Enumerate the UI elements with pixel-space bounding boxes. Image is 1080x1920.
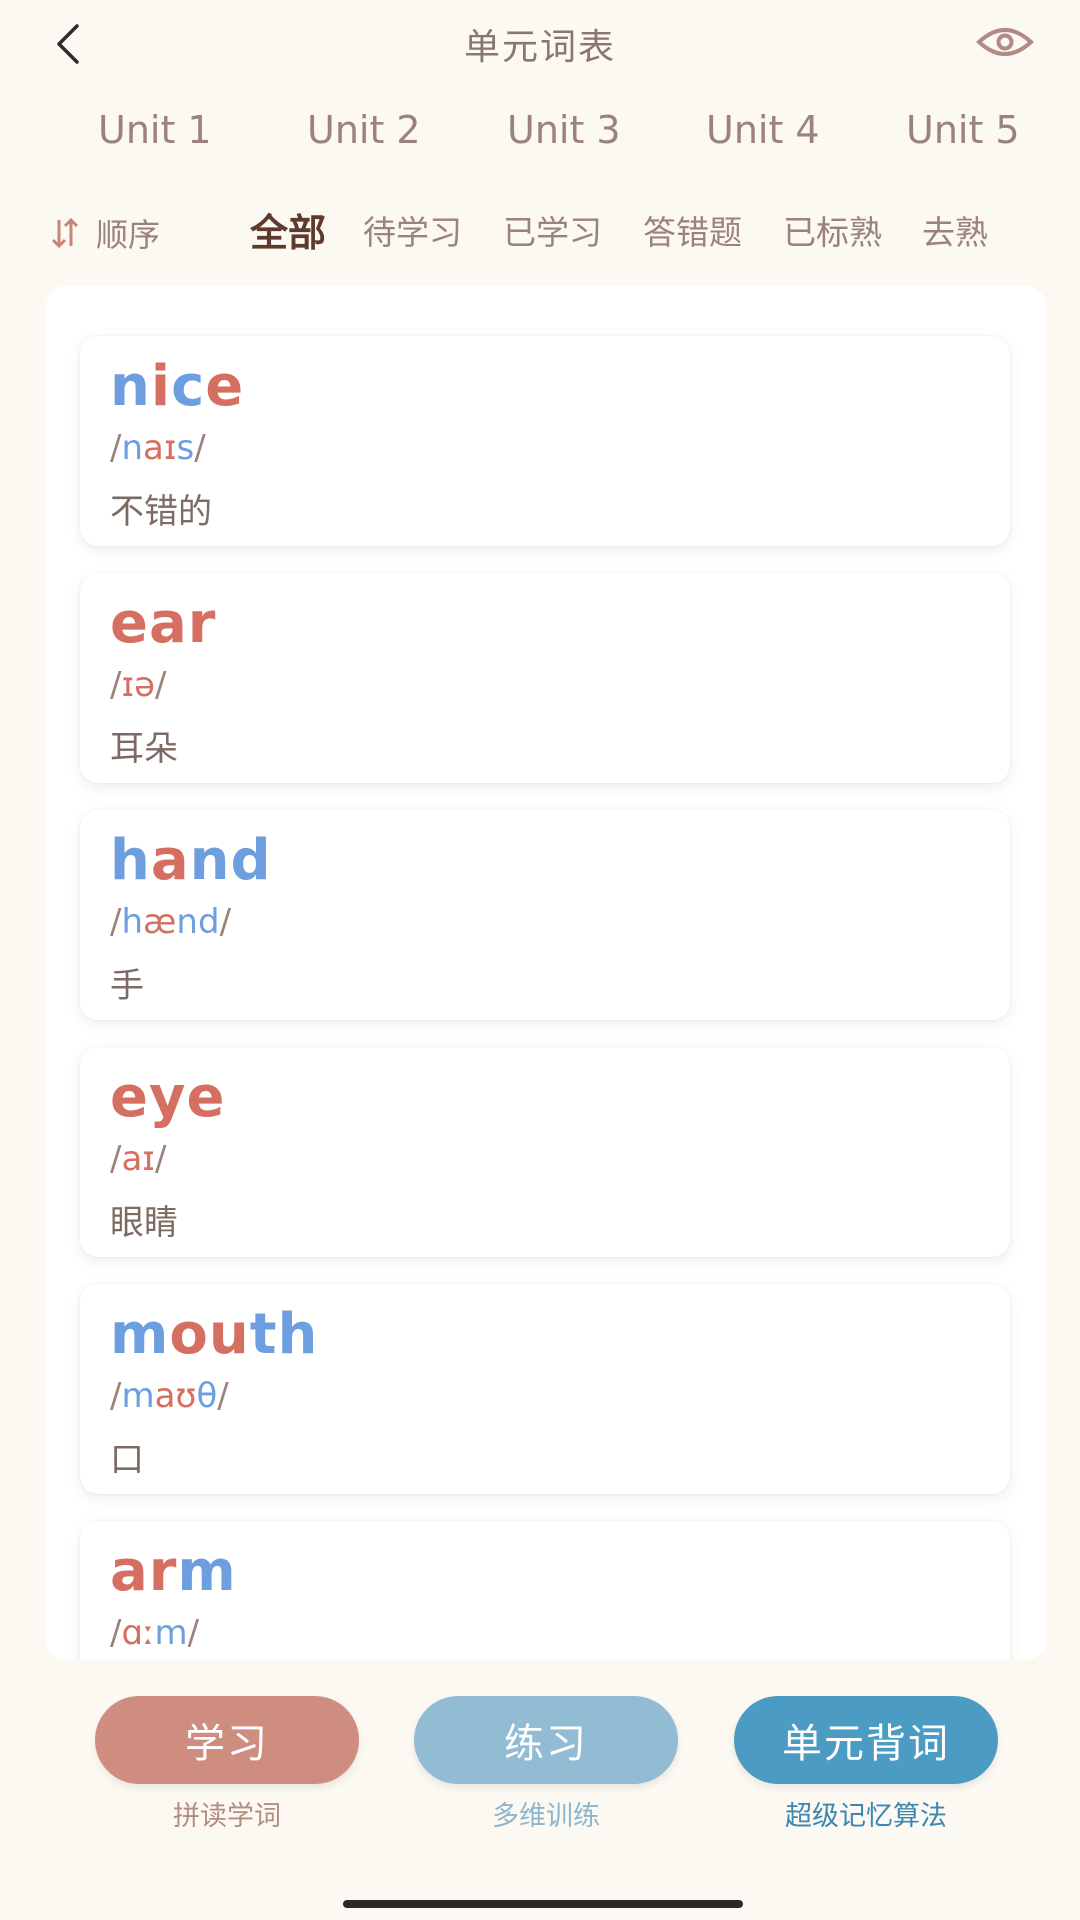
filter-row: 顺序 全部 待学习 已学习 答错题 已标熟 去熟 [0,208,1080,258]
learn-subtitle: 拼读学词 [173,1801,281,1832]
phonetic: /maʊθ/ [110,1376,229,1416]
tab-label: Unit 5 [906,108,1020,152]
word-card-ear[interactable]: ear /ɪə/ 耳朵 [80,573,1010,783]
tab-unit-5[interactable]: Unit 5 [906,108,1020,168]
phonetic: /ɪə/ [110,665,167,705]
filter-learned[interactable]: 已学习 [503,208,602,258]
filter-all[interactable]: 全部 [250,208,326,258]
learn-action: 学习 拼读学词 [95,1696,359,1833]
active-tab-indicator [127,158,183,164]
phonetic: /naɪs/ [110,428,206,468]
tab-label: Unit 4 [706,108,820,152]
meaning: 手 [110,966,144,1006]
meaning: 不错的 [110,492,212,532]
tab-unit-1[interactable]: Unit 1 [98,108,212,168]
tab-label: Unit 2 [307,108,421,152]
filter-unfamiliar[interactable]: 去熟 [922,208,988,258]
eye-icon [976,28,1034,56]
visibility-toggle-button[interactable] [970,14,1040,70]
word-text: mouth [110,1302,319,1367]
word-text: arm [110,1539,237,1604]
tab-label: Unit 3 [507,108,621,152]
practice-action: 练习 多维训练 [414,1696,678,1833]
tab-label: Unit 1 [98,108,212,152]
sort-label: 顺序 [96,216,161,254]
word-text: ear [110,591,217,656]
phonetic: /hænd/ [110,902,232,942]
memorize-action: 单元背词 超级记忆算法 [734,1696,998,1833]
word-list-screen: 单元词表 Unit 1 Unit 2 Unit 3 Unit 4 Unit 5 [0,0,1080,1920]
bottom-action-bar: 学习 拼读学词 练习 多维训练 单元背词 超级记忆算法 [0,1660,1080,1920]
memorize-subtitle: 超级记忆算法 [785,1801,947,1832]
sort-icon [51,217,79,249]
sort-button[interactable]: 顺序 [50,208,160,258]
word-card-nice[interactable]: nice /naɪs/ 不错的 [80,336,1010,546]
learn-button[interactable]: 学习 [95,1696,359,1784]
meaning: 口 [110,1440,144,1480]
word-text: hand [110,828,272,893]
unit-memorize-button[interactable]: 单元背词 [734,1696,998,1784]
page-title: 单元词表 [463,27,616,68]
word-list: nice /naɪs/ 不错的 ear /ɪə/ 耳朵 hand /hænd/ … [46,286,1046,1660]
tab-unit-3[interactable]: Unit 3 [507,108,621,168]
word-text: eye [110,1065,226,1130]
phonetic: /aɪ/ [110,1139,167,1179]
filter-marked-familiar[interactable]: 已标熟 [783,208,882,258]
meaning: 眼睛 [110,1203,178,1243]
word-card-mouth[interactable]: mouth /maʊθ/ 口 [80,1284,1010,1494]
filter-wrong-answers[interactable]: 答错题 [643,208,742,258]
word-text: nice [110,354,245,419]
practice-subtitle: 多维训练 [492,1801,600,1832]
word-card-eye[interactable]: eye /aɪ/ 眼睛 [80,1047,1010,1257]
filter-to-learn[interactable]: 待学习 [363,208,462,258]
tab-unit-4[interactable]: Unit 4 [706,108,820,168]
meaning: 耳朵 [110,729,178,769]
unit-tabs: Unit 1 Unit 2 Unit 3 Unit 4 Unit 5 [0,108,1080,178]
header: 单元词表 [0,0,1080,90]
tab-unit-2[interactable]: Unit 2 [307,108,421,168]
home-indicator[interactable] [343,1900,743,1908]
practice-button[interactable]: 练习 [414,1696,678,1784]
word-card-hand[interactable]: hand /hænd/ 手 [80,810,1010,1020]
phonetic: /ɑːm/ [110,1613,200,1653]
word-card-arm[interactable]: arm /ɑːm/ [80,1521,1010,1660]
